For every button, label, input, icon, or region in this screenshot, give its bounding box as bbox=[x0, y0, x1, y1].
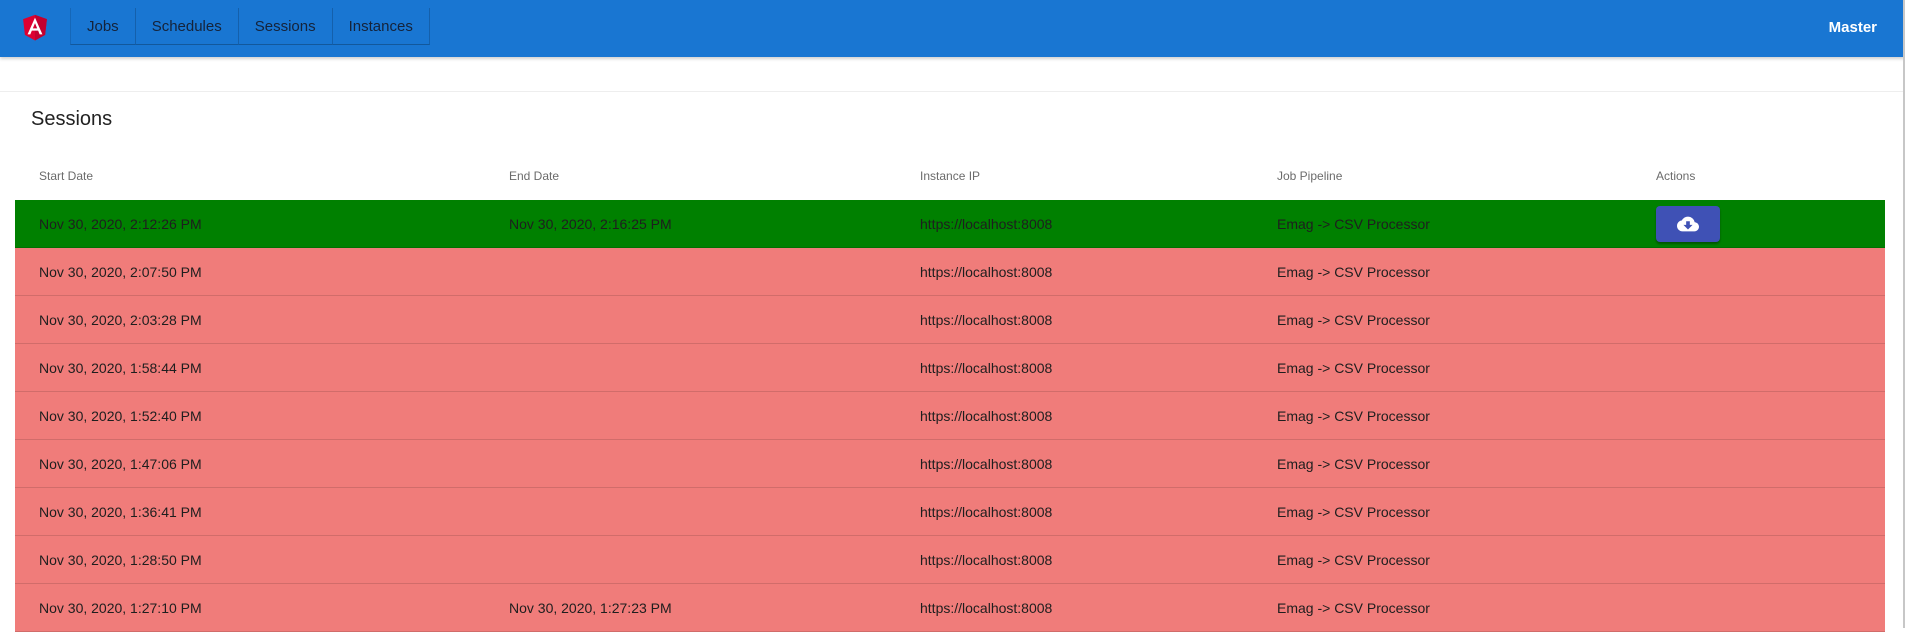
job-pipeline-cell: Emag -> CSV Processor bbox=[1277, 215, 1430, 232]
start-date-cell: Nov 30, 2020, 1:28:50 PM bbox=[39, 551, 202, 568]
start-date-cell: Nov 30, 2020, 1:36:41 PM bbox=[39, 503, 202, 520]
table-row[interactable]: Nov 30, 2020, 2:12:26 PM Nov 30, 2020, 2… bbox=[15, 200, 1885, 248]
column-header-job-pipeline: Job Pipeline bbox=[1277, 169, 1343, 183]
column-header-instance-ip: Instance IP bbox=[920, 169, 981, 183]
download-button[interactable] bbox=[1656, 205, 1720, 242]
start-date-cell: Nov 30, 2020, 2:03:28 PM bbox=[39, 311, 202, 328]
table-row[interactable]: Nov 30, 2020, 1:27:10 PM Nov 30, 2020, 1… bbox=[15, 584, 1885, 632]
table-row[interactable]: Nov 30, 2020, 2:07:50 PM https://localho… bbox=[15, 248, 1885, 296]
start-date-cell: Nov 30, 2020, 1:27:10 PM bbox=[39, 599, 202, 616]
instance-ip-cell: https://localhost:8008 bbox=[920, 359, 1053, 376]
instance-ip-cell: https://localhost:8008 bbox=[920, 407, 1053, 424]
end-date-cell: Nov 30, 2020, 1:27:23 PM bbox=[509, 599, 672, 616]
instance-ip-cell: https://localhost:8008 bbox=[920, 551, 1053, 568]
end-date-cell: Nov 30, 2020, 2:16:25 PM bbox=[509, 215, 672, 232]
start-date-cell: Nov 30, 2020, 1:47:06 PM bbox=[39, 455, 202, 472]
nav-sessions[interactable]: Sessions bbox=[238, 8, 333, 45]
instance-ip-cell: https://localhost:8008 bbox=[920, 599, 1053, 616]
instance-ip-cell: https://localhost:8008 bbox=[920, 311, 1053, 328]
cloud-download-icon bbox=[1677, 216, 1699, 231]
column-header-end-date: End Date bbox=[509, 169, 560, 183]
job-pipeline-cell: Emag -> CSV Processor bbox=[1277, 263, 1430, 280]
job-pipeline-cell: Emag -> CSV Processor bbox=[1277, 455, 1430, 472]
nav-jobs[interactable]: Jobs bbox=[70, 8, 136, 45]
table-header: Start Date End Date Instance IP Job Pipe… bbox=[15, 152, 1885, 200]
table-row[interactable]: Nov 30, 2020, 1:47:06 PM https://localho… bbox=[15, 440, 1885, 488]
user-label[interactable]: Master bbox=[1829, 19, 1877, 36]
table-row[interactable]: Nov 30, 2020, 1:36:41 PM https://localho… bbox=[15, 488, 1885, 536]
column-header-start-date: Start Date bbox=[39, 169, 94, 183]
angular-logo-icon[interactable] bbox=[19, 10, 51, 44]
top-toolbar: Jobs Schedules Sessions Instances Master bbox=[0, 0, 1905, 57]
instance-ip-cell: https://localhost:8008 bbox=[920, 215, 1053, 232]
instance-ip-cell: https://localhost:8008 bbox=[920, 503, 1053, 520]
table-row[interactable]: Nov 30, 2020, 1:28:50 PM https://localho… bbox=[15, 536, 1885, 584]
main-nav: Jobs Schedules Sessions Instances bbox=[70, 8, 430, 45]
table-row[interactable]: Nov 30, 2020, 1:58:44 PM https://localho… bbox=[15, 344, 1885, 392]
sub-header bbox=[0, 57, 1903, 92]
instance-ip-cell: https://localhost:8008 bbox=[920, 455, 1053, 472]
instance-ip-cell: https://localhost:8008 bbox=[920, 263, 1053, 280]
job-pipeline-cell: Emag -> CSV Processor bbox=[1277, 551, 1430, 568]
sessions-table: Start Date End Date Instance IP Job Pipe… bbox=[15, 152, 1885, 632]
start-date-cell: Nov 30, 2020, 1:58:44 PM bbox=[39, 359, 202, 376]
actions-cell bbox=[1656, 200, 1720, 247]
job-pipeline-cell: Emag -> CSV Processor bbox=[1277, 599, 1430, 616]
column-header-actions: Actions bbox=[1656, 169, 1696, 183]
nav-instances[interactable]: Instances bbox=[332, 8, 430, 45]
start-date-cell: Nov 30, 2020, 2:12:26 PM bbox=[39, 215, 202, 232]
job-pipeline-cell: Emag -> CSV Processor bbox=[1277, 407, 1430, 424]
start-date-cell: Nov 30, 2020, 2:07:50 PM bbox=[39, 263, 202, 280]
start-date-cell: Nov 30, 2020, 1:52:40 PM bbox=[39, 407, 202, 424]
job-pipeline-cell: Emag -> CSV Processor bbox=[1277, 503, 1430, 520]
job-pipeline-cell: Emag -> CSV Processor bbox=[1277, 359, 1430, 376]
table-row[interactable]: Nov 30, 2020, 2:03:28 PM https://localho… bbox=[15, 296, 1885, 344]
nav-schedules[interactable]: Schedules bbox=[135, 8, 239, 45]
table-row[interactable]: Nov 30, 2020, 1:52:40 PM https://localho… bbox=[15, 392, 1885, 440]
job-pipeline-cell: Emag -> CSV Processor bbox=[1277, 311, 1430, 328]
page-title: Sessions bbox=[31, 108, 113, 130]
